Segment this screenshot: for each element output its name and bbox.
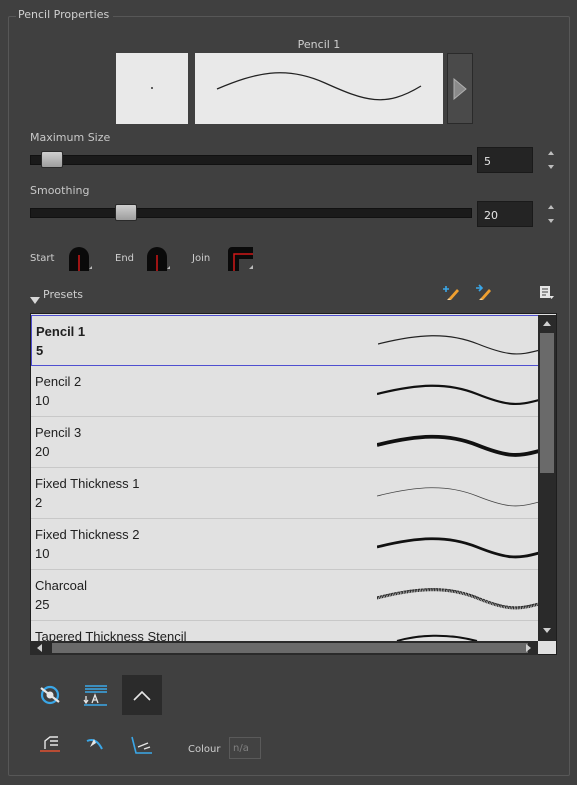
maximum-size-spinner[interactable] — [546, 147, 556, 173]
auto-flatten-icon[interactable] — [30, 675, 70, 715]
list-item[interactable]: Pencil 3 20 — [31, 417, 539, 468]
join-miter-icon[interactable] — [225, 245, 253, 271]
list-item[interactable]: Charcoal 25 — [31, 570, 539, 621]
preset-name: Charcoal — [35, 578, 88, 593]
draw-behind-icon[interactable] — [76, 675, 116, 715]
scroll-up-icon[interactable] — [542, 319, 552, 327]
stroke-curve-icon[interactable] — [122, 725, 162, 765]
preset-size: 10 — [35, 546, 50, 561]
smoothing-slider-thumb[interactable] — [115, 204, 137, 221]
preset-stroke-preview — [377, 487, 539, 507]
end-cap-round-icon[interactable] — [145, 245, 171, 271]
preset-stroke-preview — [377, 384, 539, 406]
list-item[interactable]: Pencil 1 5 — [31, 315, 540, 366]
match-stroke-thickness-icon[interactable] — [30, 725, 70, 765]
smoothing-input[interactable]: 20 — [477, 201, 533, 227]
preset-stroke-preview — [377, 537, 539, 559]
list-item[interactable]: Pencil 2 10 — [31, 366, 539, 417]
smoothing-spinner[interactable] — [546, 201, 556, 227]
preset-name: Pencil 3 — [35, 425, 82, 440]
update-preset-icon[interactable] — [475, 284, 493, 306]
preset-name: Fixed Thickness 1 — [35, 476, 140, 491]
list-item[interactable]: Fixed Thickness 2 10 — [31, 519, 539, 570]
preset-stroke-preview — [378, 335, 540, 355]
maximum-size-label: Maximum Size — [30, 131, 111, 144]
brush-preview-name: Pencil 1 — [297, 38, 341, 51]
auto-close-gap-icon[interactable] — [122, 675, 162, 715]
scroll-left-icon[interactable] — [36, 644, 44, 652]
preset-size: 2 — [35, 495, 43, 510]
colour-label: Colour — [188, 744, 221, 755]
new-preset-icon[interactable] — [443, 284, 461, 306]
stroke-preview — [195, 53, 443, 124]
pressure-stroke-icon[interactable] — [76, 725, 116, 765]
list-item[interactable]: Fixed Thickness 1 2 — [31, 468, 539, 519]
preset-stroke-preview — [377, 588, 539, 610]
horizontal-scroll-thumb[interactable] — [52, 643, 528, 653]
join-label: Join — [192, 253, 211, 264]
preset-size: 25 — [35, 597, 50, 612]
group-title: Pencil Properties — [16, 8, 114, 22]
preset-size: 10 — [35, 393, 50, 408]
vertical-scroll-thumb[interactable] — [540, 333, 554, 473]
presets-horizontal-scrollbar[interactable] — [30, 641, 538, 655]
preview-menu-arrow-button[interactable] — [447, 53, 473, 124]
maximum-size-slider-track[interactable] — [30, 155, 472, 165]
maximum-size-input[interactable]: 5 — [477, 147, 533, 173]
preset-size: 20 — [35, 444, 50, 459]
maximum-size-slider-thumb[interactable] — [41, 151, 63, 168]
preset-name: Pencil 2 — [35, 374, 82, 389]
smoothing-slider-track[interactable] — [30, 208, 472, 218]
scroll-down-icon[interactable] — [542, 627, 552, 635]
preset-name: Fixed Thickness 2 — [35, 527, 140, 542]
preset-stroke-preview — [377, 434, 539, 457]
presets-list[interactable]: Pencil 1 5 Pencil 2 10 Pencil 3 20 Fixed… — [30, 313, 557, 655]
presets-menu-icon[interactable] — [539, 285, 555, 305]
tip-size-preview — [116, 53, 188, 124]
preset-size: 5 — [36, 343, 44, 358]
smoothing-label: Smoothing — [30, 184, 90, 197]
start-cap-round-icon[interactable] — [67, 245, 93, 271]
presets-header-label[interactable]: Presets — [43, 288, 83, 301]
presets-vertical-scrollbar[interactable] — [538, 315, 556, 641]
start-cap-label: Start — [30, 253, 55, 264]
scroll-right-icon[interactable] — [524, 644, 532, 652]
end-cap-label: End — [115, 253, 135, 264]
presets-collapse-icon[interactable] — [30, 290, 40, 309]
colour-swatch-field[interactable]: n/a — [229, 737, 261, 759]
preset-name: Pencil 1 — [36, 324, 86, 339]
